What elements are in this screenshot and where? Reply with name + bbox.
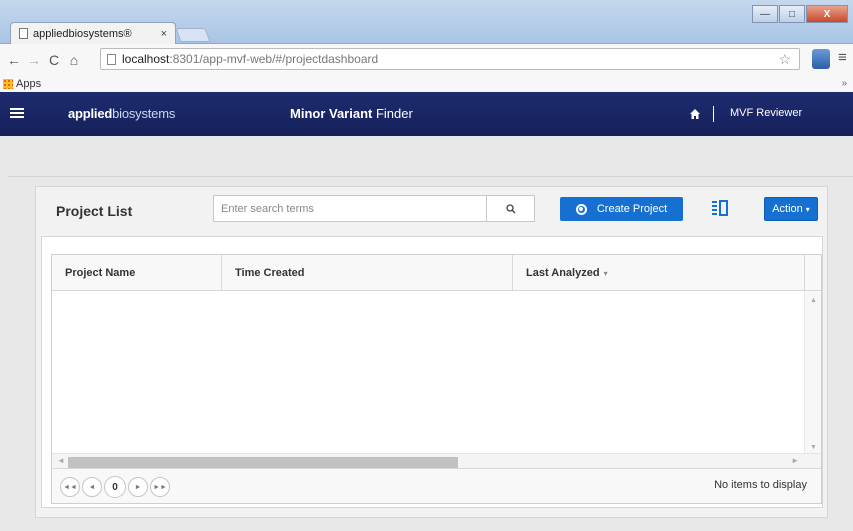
action-label: Action xyxy=(772,203,803,215)
create-project-button[interactable]: Create Project xyxy=(560,197,683,221)
scroll-corner xyxy=(804,453,821,468)
new-tab-button[interactable] xyxy=(175,28,211,42)
home-icon[interactable] xyxy=(689,108,701,120)
maximize-button[interactable]: □ xyxy=(779,5,805,23)
search-icon xyxy=(505,203,515,213)
bookmark-apps[interactable]: Apps xyxy=(16,78,41,90)
vertical-scrollbar[interactable]: ▲ ▼ xyxy=(804,291,821,455)
browser-home-button[interactable]: ⌂ xyxy=(66,52,82,68)
brand-logo: appliedbiosystems xyxy=(68,106,175,121)
app-title-bold: Minor Variant xyxy=(290,106,373,121)
horizontal-scrollbar[interactable]: ◄ ► xyxy=(52,453,804,468)
search-input[interactable] xyxy=(214,196,486,221)
column-label: Time Created xyxy=(235,267,305,279)
scroll-down-icon[interactable]: ▼ xyxy=(810,444,817,451)
extension-icon[interactable] xyxy=(812,49,830,69)
close-tab-icon[interactable]: × xyxy=(161,28,167,40)
record-icon xyxy=(575,203,587,215)
page-number-button[interactable]: 0 xyxy=(104,476,126,498)
pager-buttons: ◄◄ ◄ 0 ► ►► xyxy=(60,476,170,498)
last-page-button[interactable]: ►► xyxy=(150,477,170,497)
page-title: Project List xyxy=(56,203,133,219)
grid-pager: ◄◄ ◄ 0 ► ►► No items to display xyxy=(52,468,821,503)
page-icon xyxy=(107,53,116,65)
divider xyxy=(8,176,853,177)
pager-info: No items to display xyxy=(714,479,807,491)
brand-bold: applied xyxy=(68,106,113,121)
column-label: Project Name xyxy=(65,267,136,279)
app-header: appliedbiosystems Minor Variant Finder M… xyxy=(0,92,853,136)
first-page-button[interactable]: ◄◄ xyxy=(60,477,80,497)
reload-button[interactable]: C xyxy=(46,52,62,68)
column-chooser-icon[interactable] xyxy=(711,199,729,217)
sort-desc-icon[interactable]: ▾ xyxy=(604,269,608,278)
search-box xyxy=(213,195,535,222)
header-separator xyxy=(713,106,714,122)
brand-light: biosystems xyxy=(112,106,176,121)
bookmarks-bar: Apps » xyxy=(0,76,853,92)
browser-titlebar: appliedbiosystems® × — □ X xyxy=(0,0,853,44)
scroll-up-icon[interactable]: ▲ xyxy=(810,297,817,304)
apps-grid-icon xyxy=(3,79,13,89)
column-label: Last Analyzed xyxy=(526,267,600,279)
window-controls: — □ X xyxy=(752,5,848,23)
column-header-time-created[interactable]: Time Created xyxy=(222,255,513,291)
app-title: Minor Variant Finder xyxy=(290,106,413,121)
project-grid: Project Name Time Created Last Analyzed … xyxy=(51,254,822,504)
horizontal-scroll-thumb[interactable] xyxy=(68,457,458,468)
close-window-button[interactable]: X xyxy=(806,5,848,23)
url-host: localhost xyxy=(122,52,170,66)
browser-tab[interactable]: appliedbiosystems® × xyxy=(10,22,176,44)
scroll-left-icon[interactable]: ◄ xyxy=(57,456,65,465)
browser-toolbar: ← → C ⌂ localhost:8301/app-mvf-web/#/pro… xyxy=(0,44,853,76)
scroll-right-icon[interactable]: ► xyxy=(791,456,799,465)
search-button[interactable] xyxy=(486,196,534,221)
app-title-light: Finder xyxy=(372,106,413,121)
bookmark-star-icon[interactable]: ☆ xyxy=(778,51,791,68)
browser-tab-title: appliedbiosystems® xyxy=(33,27,132,40)
hamburger-menu-icon[interactable] xyxy=(10,108,24,118)
chevron-down-icon: ▾ xyxy=(805,204,810,214)
url-path: :8301/app-mvf-web/#/projectdashboard xyxy=(169,52,379,66)
next-page-button[interactable]: ► xyxy=(128,477,148,497)
action-dropdown-button[interactable]: Action ▾ xyxy=(764,197,818,221)
back-button[interactable]: ← xyxy=(6,52,22,68)
previous-page-button[interactable]: ◄ xyxy=(82,477,102,497)
user-menu[interactable]: MVF Reviewer xyxy=(730,107,802,119)
forward-button[interactable]: → xyxy=(26,52,42,68)
browser-menu-icon[interactable]: ≡ xyxy=(838,49,847,66)
bookmarks-more-icon[interactable]: » xyxy=(841,78,847,89)
column-header-last-analyzed[interactable]: Last Analyzed ▾ xyxy=(513,255,805,291)
create-project-label: Create Project xyxy=(596,203,668,215)
column-header-project-name[interactable]: Project Name xyxy=(52,255,222,291)
grid-header: Project Name Time Created Last Analyzed … xyxy=(52,255,821,291)
minimize-button[interactable]: — xyxy=(752,5,778,23)
address-bar[interactable]: localhost:8301/app-mvf-web/#/projectdash… xyxy=(100,48,800,70)
document-icon xyxy=(19,28,28,39)
